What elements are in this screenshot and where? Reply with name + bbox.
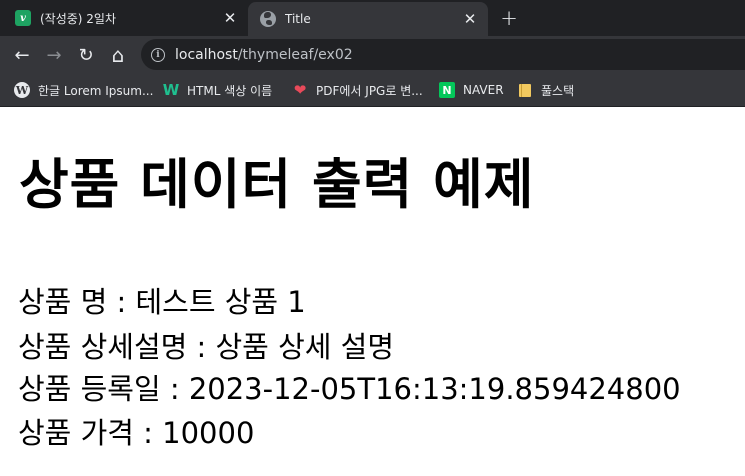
velog-icon: v [15,10,31,26]
bookmark-lorem-ipsum[interactable]: W 한글 Lorem Ipsum... [14,80,153,100]
bookmark-label: HTML 색상 이름 [187,83,273,98]
forward-button[interactable]: → [40,41,68,69]
wordpress-icon: W [14,82,30,98]
home-button[interactable]: ⌂ [104,41,132,69]
tab-title: Title [285,12,311,26]
reload-button[interactable]: ↻ [72,41,100,69]
globe-icon [260,11,276,27]
bookmark-naver[interactable]: N NAVER [439,80,504,100]
back-button[interactable]: ← [8,41,36,69]
product-name-line: 상품 명 : 테스트 상품 1 [18,285,306,319]
bookmark-html-colors[interactable]: W HTML 색상 이름 [163,80,272,100]
url-host: localhost [175,46,238,63]
page-title: 상품 데이터 출력 예제 [19,153,535,216]
url-text[interactable]: localhost/thymeleaf/ex02 [175,47,353,63]
browser-toolbar: ← → ↻ ⌂ i localhost/thymeleaf/ex02 [0,36,745,73]
close-icon[interactable]: ✕ [220,8,240,28]
tab-title: (작성중) 2일차 [40,11,117,26]
close-icon[interactable]: ✕ [460,9,480,29]
tab-velog[interactable]: v (작성중) 2일차 ✕ [0,0,248,36]
tab-title-page[interactable]: Title ✕ [248,2,488,36]
info-icon[interactable]: i [151,47,165,62]
bookmark-label: 풀스택 [541,83,575,98]
heart-icon: ❤ [293,81,307,99]
bookmark-label: PDF에서 JPG로 변... [316,83,423,98]
tab-strip: v (작성중) 2일차 ✕ Title ✕ + [0,0,745,36]
page-content: 상품 데이터 출력 예제 상품 명 : 테스트 상품 1 상품 상세설명 : 상… [0,108,745,476]
w-logo-icon: W [162,81,180,99]
new-tab-button[interactable]: + [497,6,521,30]
product-regdate-line: 상품 등록일 : 2023-12-05T16:13:19.859424800 [18,372,681,406]
bookmark-label: 한글 Lorem Ipsum... [38,83,154,98]
naver-icon: N [439,82,455,98]
bookmarks-bar: W 한글 Lorem Ipsum... W HTML 색상 이름 ❤ PDF에서… [0,73,745,107]
folder-icon [517,82,533,98]
product-detail-line: 상품 상세설명 : 상품 상세 설명 [18,330,395,364]
bookmark-label: NAVER [463,83,504,97]
url-path: /thymeleaf/ex02 [237,46,353,63]
bookmark-pdf-to-jpg[interactable]: ❤ PDF에서 JPG로 변... [292,80,423,100]
bookmark-folder-fullstack[interactable]: 풀스택 [517,80,574,100]
product-price-line: 상품 가격 : 10000 [18,416,255,450]
address-bar[interactable]: i localhost/thymeleaf/ex02 [141,39,745,70]
